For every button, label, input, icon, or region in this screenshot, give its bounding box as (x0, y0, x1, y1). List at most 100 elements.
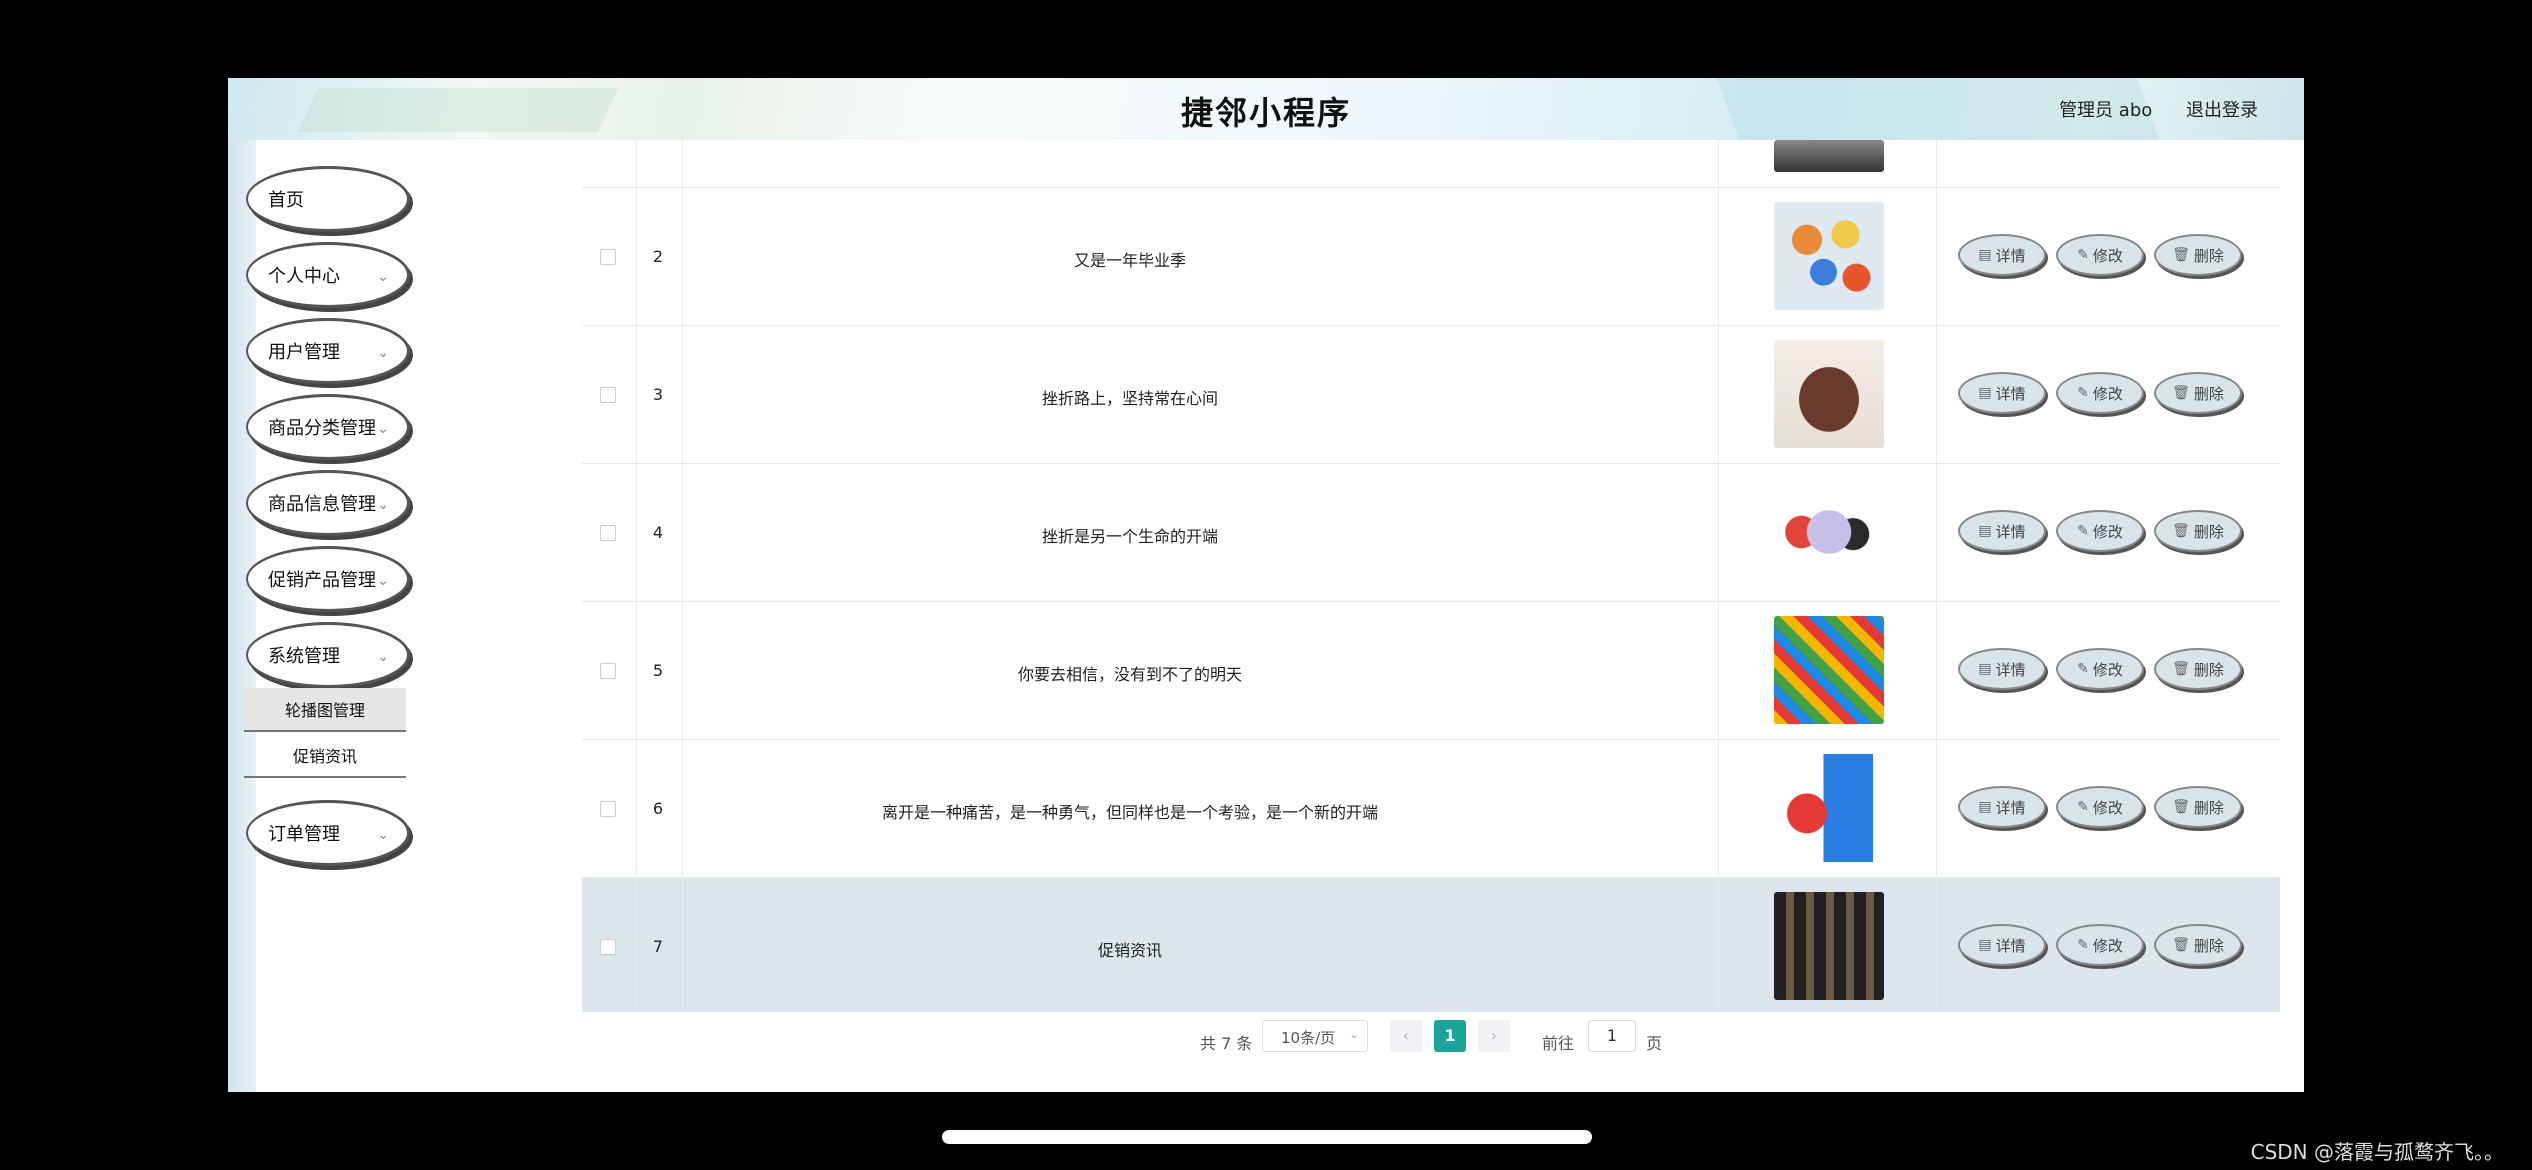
subnav-promo-news[interactable]: 促销资讯 (244, 734, 406, 778)
row-thumbnail (1774, 202, 1884, 310)
row-index: 3 (652, 385, 664, 404)
pencil-icon: ✎ (2077, 247, 2089, 263)
document-icon: ▤ (1978, 523, 1992, 539)
row-checkbox[interactable] (600, 387, 616, 403)
chevron-down-icon: ⌄ (377, 573, 389, 589)
goto-label: 前往 (1542, 1034, 1575, 1053)
nav-label: 用户管理 (268, 342, 340, 363)
edit-label: 修改 (2092, 522, 2123, 541)
edit-button[interactable]: ✎ 修改 (2056, 510, 2144, 552)
row-title: 你要去相信，没有到不了的明天 (1017, 665, 1242, 684)
nav-home[interactable]: 首页 (246, 166, 410, 232)
pencil-icon: ✎ (2077, 937, 2089, 953)
row-index: 7 (652, 937, 664, 956)
detail-button[interactable]: ▤ 详情 (1958, 372, 2046, 414)
edit-button[interactable]: ✎ 修改 (2056, 786, 2144, 828)
row-title: 促销资讯 (1097, 941, 1162, 960)
detail-button[interactable]: ▤ 详情 (1958, 234, 2046, 276)
prev-page-button[interactable]: ‹ (1390, 1020, 1422, 1052)
nav-system-management[interactable]: 系统管理 ⌄ (246, 622, 410, 688)
logout-link[interactable]: 退出登录 (2186, 100, 2258, 121)
nav-label: 订单管理 (268, 824, 340, 845)
admin-label: 管理员 abo (2059, 100, 2153, 121)
subnav-carousel-management[interactable]: 轮播图管理 (244, 688, 406, 732)
row-thumbnail (1774, 892, 1884, 1000)
detail-button[interactable]: ▤ 详情 (1958, 924, 2046, 966)
edit-button[interactable]: ✎ 修改 (2056, 924, 2144, 966)
edit-label: 修改 (2092, 936, 2123, 955)
row-title: 又是一年毕业季 (1073, 251, 1186, 270)
nav-category-management[interactable]: 商品分类管理 ⌄ (246, 394, 410, 460)
delete-button[interactable]: 🗑 删除 (2154, 372, 2242, 414)
page-size-select[interactable]: 10条/页 ⌄ (1262, 1020, 1368, 1052)
edit-button[interactable]: ✎ 修改 (2056, 648, 2144, 690)
row-checkbox[interactable] (600, 663, 616, 679)
delete-button[interactable]: 🗑 删除 (2154, 924, 2242, 966)
row-title: 挫折路上，坚持常在心间 (1041, 389, 1218, 408)
row-index: 6 (652, 799, 664, 818)
delete-button[interactable]: 🗑 删除 (2154, 648, 2242, 690)
edit-label: 修改 (2092, 246, 2123, 265)
nav-product-management[interactable]: 商品信息管理 ⌄ (246, 470, 410, 536)
nav-order-management[interactable]: 订单管理 ⌄ (246, 800, 410, 866)
row-actions: ▤ 详情 ✎ 修改 🗑 删除 (1958, 786, 2248, 832)
document-icon: ▤ (1978, 247, 1992, 263)
row-actions: ▤ 详情 ✎ 修改 🗑 删除 (1958, 510, 2248, 556)
row-thumbnail (1774, 754, 1884, 862)
row-actions: ▤ 详情 ✎ 修改 🗑 删除 (1958, 924, 2248, 970)
detail-button[interactable]: ▤ 详情 (1958, 786, 2046, 828)
row-checkbox[interactable] (600, 525, 616, 541)
chevron-down-icon: ⌄ (377, 497, 389, 513)
row-checkbox[interactable] (600, 249, 616, 265)
goto-page-input[interactable]: 1 (1588, 1020, 1636, 1052)
chevron-down-icon: ⌄ (377, 345, 389, 361)
document-icon: ▤ (1978, 937, 1992, 953)
edit-button[interactable]: ✎ 修改 (2056, 234, 2144, 276)
delete-label: 删除 (2193, 522, 2224, 541)
row-checkbox[interactable] (600, 939, 616, 955)
detail-button[interactable]: ▤ 详情 (1958, 648, 2046, 690)
pagination: 共 7 条 10条/页 ⌄ ‹ 1 › 前往 1 页 (228, 1018, 2304, 1062)
subnav-label: 促销资讯 (292, 747, 357, 766)
row-actions: ▤ 详情 ✎ 修改 🗑 删除 (1958, 234, 2248, 280)
table-row: 6 离开是一种痛苦，是一种勇气，但同样也是一个考验，是一个新的开端 ▤ 详情 ✎ 修… (582, 740, 2280, 878)
delete-label: 删除 (2193, 936, 2224, 955)
nav-promotion-management[interactable]: 促销产品管理 ⌄ (246, 546, 410, 612)
edit-label: 修改 (2092, 798, 2123, 817)
credit-watermark: CSDN @落霞与孤鹜齐飞。。 (2250, 1140, 2504, 1164)
table-row: 4 挫折是另一个生命的开端 ▤ 详情 ✎ 修改 🗑 删除 (582, 464, 2280, 602)
row-actions: ▤ 详情 ✎ 修改 🗑 删除 (1958, 372, 2248, 418)
next-page-button[interactable]: › (1478, 1020, 1510, 1052)
current-page[interactable]: 1 (1434, 1020, 1466, 1052)
row-checkbox[interactable] (600, 801, 616, 817)
table-row: 3 挫折路上，坚持常在心间 ▤ 详情 ✎ 修改 🗑 删除 (582, 326, 2280, 464)
detail-label: 详情 (1995, 660, 2026, 679)
pencil-icon: ✎ (2077, 661, 2089, 677)
chevron-down-icon: ⌄ (377, 827, 389, 843)
nav-label: 商品信息管理 (268, 494, 376, 515)
nav-personal-center[interactable]: 个人中心 ⌄ (246, 242, 410, 308)
detail-label: 详情 (1995, 522, 2026, 541)
edit-label: 修改 (2092, 660, 2123, 679)
page-size-value: 10条/页 (1281, 1029, 1336, 1047)
detail-button[interactable]: ▤ 详情 (1958, 510, 2046, 552)
page-suffix: 页 (1646, 1034, 1663, 1053)
pencil-icon: ✎ (2077, 385, 2089, 401)
trash-icon: 🗑 (2172, 937, 2190, 953)
delete-button[interactable]: 🗑 删除 (2154, 510, 2242, 552)
detail-label: 详情 (1995, 384, 2026, 403)
table-row: 2 又是一年毕业季 ▤ 详情 ✎ 修改 🗑 删除 (582, 188, 2280, 326)
delete-label: 删除 (2193, 798, 2224, 817)
row-actions: ▤ 详情 ✎ 修改 🗑 删除 (1958, 648, 2248, 694)
row-title: 挫折是另一个生命的开端 (1041, 527, 1218, 546)
delete-button[interactable]: 🗑 删除 (2154, 786, 2242, 828)
edit-button[interactable]: ✎ 修改 (2056, 372, 2144, 414)
row-thumbnail (1774, 140, 1884, 172)
nav-label: 个人中心 (268, 266, 340, 287)
row-title: 离开是一种痛苦，是一种勇气，但同样也是一个考验，是一个新的开端 (881, 803, 1378, 822)
delete-button[interactable]: 🗑 删除 (2154, 234, 2242, 276)
nav-label: 系统管理 (268, 646, 340, 667)
row-thumbnail (1774, 616, 1884, 724)
nav-user-management[interactable]: 用户管理 ⌄ (246, 318, 410, 384)
home-indicator (942, 1130, 1592, 1144)
